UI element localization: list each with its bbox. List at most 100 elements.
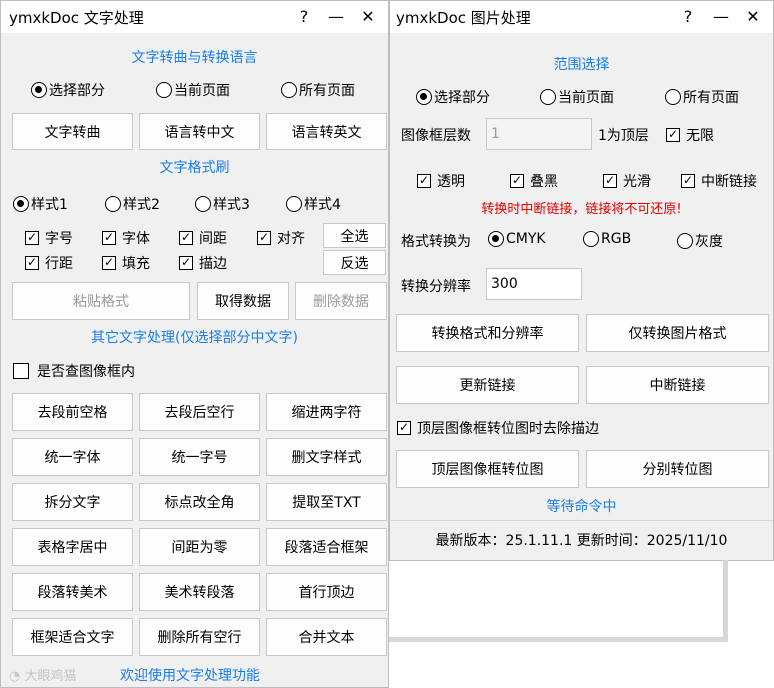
paste-format-button[interactable]: 粘贴格式	[12, 282, 190, 320]
radio-label: 当前页面	[174, 83, 230, 99]
select-all-button[interactable]: 全选	[323, 223, 386, 248]
checkbox-fill[interactable]: ✓ 填充	[102, 253, 150, 273]
version-info: 最新版本：25.1.11.1 更新时间：2025/11/10	[435, 533, 728, 549]
get-data-button[interactable]: 取得数据	[197, 282, 289, 320]
check-icon: ✓	[417, 173, 431, 188]
to-chinese-button[interactable]: 语言转中文	[139, 113, 260, 150]
checkbox-label: 行距	[45, 256, 73, 272]
radio-style-2[interactable]: 样式2	[105, 194, 160, 214]
convert-format-and-resolution-button[interactable]: 转换格式和分辨率	[396, 314, 579, 352]
title-bar: ymxkDoc 图片处理 ? — ✕	[390, 1, 773, 33]
each-to-bitmap-button[interactable]: 分别转位图	[586, 450, 769, 488]
minimize-button[interactable]: —	[323, 4, 349, 30]
checkbox-smooth[interactable]: ✓ 光滑	[603, 171, 651, 191]
delete-data-button[interactable]: 删除数据	[295, 282, 387, 320]
close-button[interactable]: ✕	[355, 4, 381, 30]
radio-style-4[interactable]: 样式4	[286, 194, 341, 214]
checkbox-label: 无限	[686, 128, 714, 144]
layer-count-value: 1	[491, 126, 500, 142]
top-frame-to-bitmap-button[interactable]: 顶层图像框转位图	[396, 450, 579, 488]
break-link-button[interactable]: 中断链接	[586, 366, 769, 404]
resolution-label: 转换分辨率	[401, 279, 471, 295]
radio-cmyk[interactable]: CMYK	[488, 231, 546, 247]
radio-all-pages[interactable]: 所有页面	[281, 80, 355, 100]
to-english-button[interactable]: 语言转英文	[266, 113, 387, 150]
checkbox-align[interactable]: ✓ 对齐	[257, 228, 305, 248]
check-icon: ✓	[397, 420, 411, 435]
minimize-button[interactable]: —	[708, 4, 734, 30]
radio-selection[interactable]: 选择部分	[31, 80, 105, 100]
radio-style-1[interactable]: 样式1	[13, 194, 68, 214]
radio-dot	[105, 196, 121, 212]
update-link-button[interactable]: 更新链接	[396, 366, 579, 404]
check-icon: ✓	[25, 230, 39, 245]
resolution-input[interactable]: 300	[486, 268, 582, 300]
radio-all-pages[interactable]: 所有页面	[665, 87, 739, 107]
checkbox-transparent[interactable]: ✓ 透明	[417, 171, 465, 191]
checkbox-label: 光滑	[623, 174, 651, 190]
checkbox-break-link[interactable]: ✓ 中断链接	[681, 171, 757, 191]
merge-text-button[interactable]: 合并文本	[266, 618, 387, 656]
break-link-warning: 转换时中断链接，链接将不可还原!	[481, 202, 682, 217]
checkbox-label: 字号	[45, 231, 73, 247]
split-text-button[interactable]: 拆分文字	[12, 483, 133, 521]
checkbox-label: 对齐	[277, 231, 305, 247]
checkbox-spacing[interactable]: ✓ 间距	[179, 228, 227, 248]
watermark-text: 大眼鸡猫	[24, 669, 77, 684]
radio-dot	[156, 82, 172, 98]
checkbox-label: 叠黑	[530, 174, 558, 190]
radio-current-page[interactable]: 当前页面	[540, 87, 614, 107]
checkbox-overprint-black[interactable]: ✓ 叠黑	[510, 171, 558, 191]
fit-frame-to-text-button[interactable]: 框架适合文字	[12, 618, 133, 656]
convert-format-only-button[interactable]: 仅转换图片格式	[586, 314, 769, 352]
radio-selection[interactable]: 选择部分	[416, 87, 490, 107]
checkbox-line-spacing[interactable]: ✓ 行距	[25, 253, 73, 273]
zero-spacing-button[interactable]: 间距为零	[139, 528, 260, 566]
radio-label: 样式1	[31, 197, 68, 213]
radio-grayscale[interactable]: 灰度	[677, 231, 723, 251]
checkbox-stroke[interactable]: ✓ 描边	[179, 253, 227, 273]
layer-count-label: 图像框层数	[401, 128, 471, 144]
image-processing-window: ymxkDoc 图片处理 ? — ✕ 范围选择 选择部分 当前页面 所有页面 图…	[389, 0, 774, 561]
first-line-top-button[interactable]: 首行顶边	[266, 573, 387, 611]
help-button[interactable]: ?	[291, 4, 317, 30]
radio-rgb[interactable]: RGB	[583, 231, 631, 247]
help-button[interactable]: ?	[675, 4, 701, 30]
paragraph-to-artistic-button[interactable]: 段落转美术	[12, 573, 133, 611]
indent-two-chars-button[interactable]: 缩进两字符	[266, 393, 387, 431]
remove-trailing-blank-lines-button[interactable]: 去段后空行	[139, 393, 260, 431]
status-text: 等待命令中	[546, 499, 617, 515]
table-text-center-button[interactable]: 表格字居中	[12, 528, 133, 566]
checkbox-font[interactable]: ✓ 字体	[102, 228, 150, 248]
fullwidth-punctuation-button[interactable]: 标点改全角	[139, 483, 260, 521]
radio-dot	[583, 231, 599, 247]
section-title-convert: 文字转曲与转换语言	[131, 50, 258, 66]
unify-font-button[interactable]: 统一字体	[12, 438, 133, 476]
text-to-curves-button[interactable]: 文字转曲	[12, 113, 133, 150]
unify-font-size-button[interactable]: 统一字号	[139, 438, 260, 476]
radio-dot	[31, 82, 47, 98]
radio-style-3[interactable]: 样式3	[195, 194, 250, 214]
invert-selection-button[interactable]: 反选	[323, 250, 386, 275]
checkbox-unlimited[interactable]: ✓ 无限	[666, 125, 714, 145]
extract-to-txt-button[interactable]: 提取至TXT	[266, 483, 387, 521]
check-icon: ✓	[603, 173, 617, 188]
checkbox-check-frames[interactable]: 是否查图像框内	[13, 361, 135, 381]
check-icon: ✓	[681, 173, 695, 188]
delete-all-blank-lines-button[interactable]: 删除所有空行	[139, 618, 260, 656]
delete-text-styles-button[interactable]: 删文字样式	[266, 438, 387, 476]
section-title-other: 其它文字处理(仅选择部分中文字)	[91, 330, 298, 346]
radio-label: 选择部分	[49, 83, 105, 99]
checkbox-font-size[interactable]: ✓ 字号	[25, 228, 73, 248]
checkbox-remove-stroke[interactable]: ✓ 顶层图像框转位图时去除描边	[397, 418, 599, 438]
checkbox-box	[13, 363, 29, 379]
radio-current-page[interactable]: 当前页面	[156, 80, 230, 100]
artistic-to-paragraph-button[interactable]: 美术转段落	[139, 573, 260, 611]
layer-count-input[interactable]: 1	[486, 118, 592, 150]
close-button[interactable]: ✕	[740, 4, 766, 30]
remove-leading-spaces-button[interactable]: 去段前空格	[12, 393, 133, 431]
fit-paragraph-to-frame-button[interactable]: 段落适合框架	[266, 528, 387, 566]
check-icon: ✓	[257, 230, 271, 245]
radio-label: 样式3	[213, 197, 250, 213]
radio-dot	[195, 196, 211, 212]
